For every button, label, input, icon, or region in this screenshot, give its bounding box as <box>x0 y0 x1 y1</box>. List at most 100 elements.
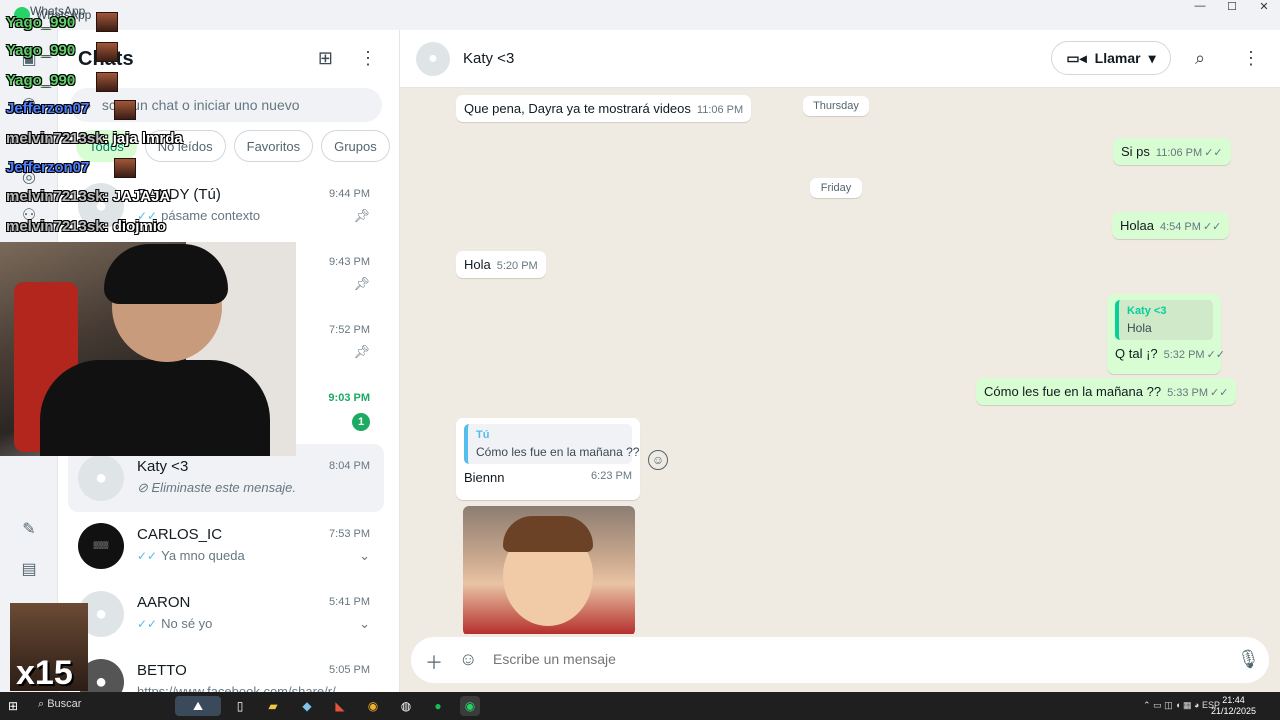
spotify-icon[interactable]: ● <box>428 696 448 716</box>
quote-author: Katy <3 <box>1127 305 1167 317</box>
quote-text: Cómo les fue en la mañana ?? <box>476 445 640 459</box>
window-controls: — ☐ ✕ <box>1184 0 1280 13</box>
quoted-message[interactable]: Katy <3 Hola <box>1115 300 1213 340</box>
double-check-icon: ✓✓ <box>1210 387 1229 399</box>
chat-time: 5:41 PM <box>329 596 370 608</box>
message-text: Hola <box>464 257 491 272</box>
day-divider: Thursday <box>803 96 869 116</box>
microphone-icon[interactable]: 🎙︎ <box>1237 649 1260 670</box>
call-label: Llamar <box>1094 50 1141 66</box>
unread-badge: 1 <box>352 413 370 431</box>
taskbar: ⊞ ⌕ Buscar ⛰ ▯ ▰ ◆ ◣ ◉ ◍ ● ◉ ⌃ ▭ ◫ ◖ ▦ ◕… <box>0 692 1280 720</box>
minimize-icon[interactable]: — <box>1184 0 1216 12</box>
double-check-icon: ✓✓ <box>137 549 158 563</box>
message-input[interactable] <box>493 651 1193 667</box>
overlay-line: melvin7213sk: diojmio <box>6 218 167 235</box>
file-explorer-icon[interactable]: ▰ <box>263 696 283 716</box>
overlay-line: Yago_990 <box>6 72 76 89</box>
message-in[interactable]: Que pena, Dayra ya te mostrará videos 11:… <box>456 95 752 122</box>
message-text: Si ps <box>1121 144 1150 159</box>
message-text: Cómo les fue en la mañana ?? <box>984 384 1162 399</box>
contact-avatar[interactable]: ● <box>416 42 450 76</box>
message-composer: ＋ ☺ 🎙︎ <box>411 637 1269 683</box>
message-out[interactable]: Cómo les fue en la mañana ?? 5:33 PM ✓✓ <box>976 378 1237 405</box>
emoji-reaction-icon[interactable]: ☺ <box>648 450 668 470</box>
whatsapp-taskbar-icon[interactable]: ◉ <box>460 696 480 716</box>
chat-row[interactable]: ▒▒▒ CARLOS_IC 7:53 PM ✓✓ Ya mno queda ⌄ <box>68 512 384 580</box>
menu-icon[interactable]: ⋮ <box>359 48 377 69</box>
new-chat-icon[interactable]: ⊞ <box>318 48 333 69</box>
chat-row[interactable]: ● AARON 5:41 PM ✓✓ No sé yo ⌄ <box>68 580 384 648</box>
menu-icon[interactable]: ⋮ <box>1242 48 1260 69</box>
tray-icons[interactable]: ⌃ ▭ ◫ ◖ ▦ ◕ <box>1143 700 1202 710</box>
chat-name: AARON <box>137 594 191 611</box>
double-check-icon: ✓✓ <box>137 617 158 631</box>
message-out[interactable]: Si ps 11:06 PM ✓✓ <box>1113 138 1231 165</box>
quote-author: Tú <box>476 429 490 441</box>
webcam-hair <box>104 244 228 304</box>
message-out-reply[interactable]: Katy <3 Hola Q tal ¡? 5:32 PM ✓✓ <box>1107 294 1225 374</box>
webcam-overlay <box>0 242 296 456</box>
chat-row[interactable]: ● BETTO 5:05 PM https://www.facebook.com… <box>68 648 384 692</box>
clock[interactable]: 21:44 21/12/2025 <box>1211 695 1256 717</box>
title-bar: WhatsApp — ☐ ✕ <box>0 0 1280 30</box>
chat-preview: https://www.facebook.com/share/r/1T... <box>137 684 337 692</box>
obs-icon[interactable]: ◍ <box>396 696 416 716</box>
filter-groups[interactable]: Grupos <box>321 130 390 162</box>
chat-time: 5:05 PM <box>329 664 370 676</box>
attach-plus-icon[interactable]: ＋ <box>425 649 443 675</box>
avatar: ▒▒▒ <box>78 523 124 569</box>
filter-favorites[interactable]: Favoritos <box>233 130 314 162</box>
search-highlight-icon[interactable]: ⛰ <box>175 696 221 716</box>
double-check-icon: ✓✓ <box>1206 349 1226 361</box>
overlay-line: Yago_990 <box>6 42 76 59</box>
pin-icon: 📌︎ <box>353 208 370 223</box>
message-time: 11:06 PM <box>696 104 744 116</box>
taskbar-search[interactable]: ⌕ Buscar <box>38 698 81 711</box>
search-icon[interactable]: ⌕ <box>1195 48 1205 69</box>
app-icon[interactable]: ◆ <box>297 696 317 716</box>
emote-icon <box>96 42 118 62</box>
close-icon[interactable]: ✕ <box>1248 0 1280 13</box>
windows-start-icon[interactable]: ⊞ <box>8 699 22 713</box>
message-area: Que pena, Dayra ya te mostrará videos 11:… <box>400 88 1280 634</box>
conversation-panel: ● Katy <3 ▭◂ Llamar ▾ ⌕ ⋮ Que pena, Dayr… <box>400 30 1280 692</box>
message-time: 5:20 PM <box>496 260 538 272</box>
video-camera-icon: ▭◂ <box>1066 49 1087 66</box>
call-button[interactable]: ▭◂ Llamar ▾ <box>1051 41 1171 75</box>
starred-icon[interactable]: ✎ <box>16 516 42 542</box>
search-icon: ⌕ <box>38 698 48 710</box>
emote-icon <box>96 72 118 92</box>
chats-header-actions: ⊞ ⋮ <box>318 48 377 69</box>
message-text: Biennn <box>464 470 505 485</box>
sticker-icon[interactable]: ☺ <box>459 649 477 670</box>
message-out[interactable]: Holaa 4:54 PM ✓✓ <box>1112 212 1230 239</box>
pin-icon: 📌︎ <box>353 276 370 291</box>
conversation-header: ● Katy <3 ▭◂ Llamar ▾ ⌕ ⋮ <box>400 30 1280 88</box>
chrome-icon[interactable]: ◉ <box>363 696 383 716</box>
chevron-down-icon: ▾ <box>1148 49 1156 66</box>
chat-time: 7:52 PM <box>329 324 370 336</box>
photo-hair <box>503 516 593 552</box>
app-icon[interactable]: ◣ <box>330 696 350 716</box>
chat-preview: ⊘ Eliminaste este mensaje. <box>137 480 297 495</box>
message-time: 5:33 PM <box>1167 387 1209 399</box>
message-time: 11:06 PM <box>1155 147 1203 159</box>
chevron-down-icon[interactable]: ⌄ <box>359 548 370 564</box>
quote-text: Hola <box>1127 321 1152 335</box>
message-in-reply[interactable]: Tú Cómo les fue en la mañana ?? Biennn 6:… <box>456 418 640 500</box>
task-view-icon[interactable]: ▯ <box>230 696 250 716</box>
message-in[interactable]: Hola 5:20 PM <box>456 251 546 278</box>
media-icon[interactable]: ▤ <box>16 556 42 582</box>
webcam-shirt <box>40 360 270 456</box>
day-divider: Friday <box>810 178 862 198</box>
emote-icon <box>96 12 118 32</box>
chat-preview: ✓✓ No sé yo <box>137 616 213 631</box>
image-message[interactable] <box>463 506 635 634</box>
message-time: 4:54 PM <box>1159 221 1201 233</box>
contact-name[interactable]: Katy <3 <box>463 50 514 67</box>
chat-name: Katy <3 <box>137 458 189 475</box>
quoted-message[interactable]: Tú Cómo les fue en la mañana ?? <box>464 424 640 464</box>
chevron-down-icon[interactable]: ⌄ <box>359 616 370 632</box>
maximize-icon[interactable]: ☐ <box>1216 0 1248 13</box>
